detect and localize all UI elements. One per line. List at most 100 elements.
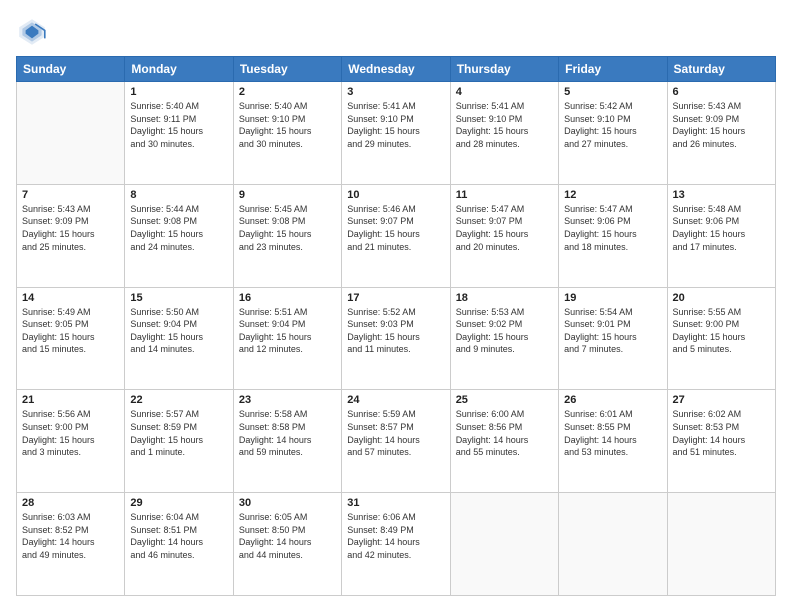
day-info: Sunrise: 5:47 AM Sunset: 9:06 PM Dayligh…: [564, 203, 661, 253]
day-info: Sunrise: 6:01 AM Sunset: 8:55 PM Dayligh…: [564, 408, 661, 458]
calendar-cell: [667, 493, 775, 596]
calendar-week-1: 1 Sunrise: 5:40 AM Sunset: 9:11 PM Daylig…: [17, 82, 776, 185]
day-number: 20: [673, 292, 770, 304]
calendar-cell: 15 Sunrise: 5:50 AM Sunset: 9:04 PM Dayli…: [125, 287, 233, 390]
day-number: 28: [22, 497, 119, 509]
day-number: 17: [347, 292, 444, 304]
day-number: 14: [22, 292, 119, 304]
day-info: Sunrise: 5:44 AM Sunset: 9:08 PM Dayligh…: [130, 203, 227, 253]
day-info: Sunrise: 5:45 AM Sunset: 9:08 PM Dayligh…: [239, 203, 336, 253]
calendar-cell: 9 Sunrise: 5:45 AM Sunset: 9:08 PM Daylig…: [233, 184, 341, 287]
day-info: Sunrise: 5:59 AM Sunset: 8:57 PM Dayligh…: [347, 408, 444, 458]
day-info: Sunrise: 5:57 AM Sunset: 8:59 PM Dayligh…: [130, 408, 227, 458]
day-info: Sunrise: 5:43 AM Sunset: 9:09 PM Dayligh…: [673, 100, 770, 150]
day-info: Sunrise: 5:43 AM Sunset: 9:09 PM Dayligh…: [22, 203, 119, 253]
day-number: 11: [456, 189, 553, 201]
column-header-tuesday: Tuesday: [233, 57, 341, 82]
day-info: Sunrise: 5:55 AM Sunset: 9:00 PM Dayligh…: [673, 306, 770, 356]
day-info: Sunrise: 6:03 AM Sunset: 8:52 PM Dayligh…: [22, 511, 119, 561]
day-number: 5: [564, 86, 661, 98]
calendar-cell: 31Sunrise: 6:06 AM Sunset: 8:49 PM Dayli…: [342, 493, 450, 596]
calendar-week-3: 14Sunrise: 5:49 AM Sunset: 9:05 PM Dayli…: [17, 287, 776, 390]
day-info: Sunrise: 6:02 AM Sunset: 8:53 PM Dayligh…: [673, 408, 770, 458]
day-number: 29: [130, 497, 227, 509]
calendar-cell: 26 Sunrise: 6:01 AM Sunset: 8:55 PM Dayli…: [559, 390, 667, 493]
calendar-cell: 5 Sunrise: 5:42 AM Sunset: 9:10 PM Daylig…: [559, 82, 667, 185]
day-number: 22: [130, 394, 227, 406]
calendar-week-5: 28 Sunrise: 6:03 AM Sunset: 8:52 PM Dayli…: [17, 493, 776, 596]
logo-icon: [16, 16, 48, 48]
calendar-cell: 21 Sunrise: 5:56 AM Sunset: 9:00 PM Dayli…: [17, 390, 125, 493]
day-number: 24: [347, 394, 444, 406]
day-number: 26: [564, 394, 661, 406]
day-info: Sunrise: 5:51 AM Sunset: 9:04 PM Dayligh…: [239, 306, 336, 356]
calendar-cell: 11Sunrise: 5:47 AM Sunset: 9:07 PM Dayli…: [450, 184, 558, 287]
day-number: 18: [456, 292, 553, 304]
day-info: Sunrise: 5:50 AM Sunset: 9:04 PM Dayligh…: [130, 306, 227, 356]
calendar-cell: 6Sunrise: 5:43 AM Sunset: 9:09 PM Daylig…: [667, 82, 775, 185]
calendar-cell: 8 Sunrise: 5:44 AM Sunset: 9:08 PM Daylig…: [125, 184, 233, 287]
day-info: Sunrise: 6:00 AM Sunset: 8:56 PM Dayligh…: [456, 408, 553, 458]
calendar-cell: 1 Sunrise: 5:40 AM Sunset: 9:11 PM Daylig…: [125, 82, 233, 185]
day-info: Sunrise: 5:53 AM Sunset: 9:02 PM Dayligh…: [456, 306, 553, 356]
day-info: Sunrise: 5:56 AM Sunset: 9:00 PM Dayligh…: [22, 408, 119, 458]
calendar-cell: 16 Sunrise: 5:51 AM Sunset: 9:04 PM Dayli…: [233, 287, 341, 390]
calendar-cell: 4Sunrise: 5:41 AM Sunset: 9:10 PM Daylig…: [450, 82, 558, 185]
calendar-cell: 25 Sunrise: 6:00 AM Sunset: 8:56 PM Dayli…: [450, 390, 558, 493]
day-info: Sunrise: 5:48 AM Sunset: 9:06 PM Dayligh…: [673, 203, 770, 253]
day-number: 9: [239, 189, 336, 201]
day-number: 21: [22, 394, 119, 406]
calendar-cell: 22 Sunrise: 5:57 AM Sunset: 8:59 PM Dayli…: [125, 390, 233, 493]
calendar-header-row: SundayMondayTuesdayWednesdayThursdayFrid…: [17, 57, 776, 82]
logo: [16, 16, 52, 48]
day-info: Sunrise: 5:40 AM Sunset: 9:11 PM Dayligh…: [130, 100, 227, 150]
day-number: 10: [347, 189, 444, 201]
calendar-cell: 28 Sunrise: 6:03 AM Sunset: 8:52 PM Dayli…: [17, 493, 125, 596]
day-number: 30: [239, 497, 336, 509]
calendar-cell: [559, 493, 667, 596]
calendar-week-4: 21 Sunrise: 5:56 AM Sunset: 9:00 PM Dayli…: [17, 390, 776, 493]
day-info: Sunrise: 5:52 AM Sunset: 9:03 PM Dayligh…: [347, 306, 444, 356]
calendar-cell: 3 Sunrise: 5:41 AM Sunset: 9:10 PM Daylig…: [342, 82, 450, 185]
column-header-monday: Monday: [125, 57, 233, 82]
day-info: Sunrise: 5:41 AM Sunset: 9:10 PM Dayligh…: [456, 100, 553, 150]
day-number: 25: [456, 394, 553, 406]
day-number: 8: [130, 189, 227, 201]
day-number: 2: [239, 86, 336, 98]
day-number: 16: [239, 292, 336, 304]
day-number: 15: [130, 292, 227, 304]
calendar-cell: [17, 82, 125, 185]
day-number: 31: [347, 497, 444, 509]
column-header-saturday: Saturday: [667, 57, 775, 82]
day-info: Sunrise: 5:46 AM Sunset: 9:07 PM Dayligh…: [347, 203, 444, 253]
day-number: 7: [22, 189, 119, 201]
day-info: Sunrise: 5:54 AM Sunset: 9:01 PM Dayligh…: [564, 306, 661, 356]
calendar-cell: [450, 493, 558, 596]
calendar-cell: 13 Sunrise: 5:48 AM Sunset: 9:06 PM Dayli…: [667, 184, 775, 287]
calendar-cell: 2 Sunrise: 5:40 AM Sunset: 9:10 PM Daylig…: [233, 82, 341, 185]
day-info: Sunrise: 5:40 AM Sunset: 9:10 PM Dayligh…: [239, 100, 336, 150]
day-number: 13: [673, 189, 770, 201]
calendar-cell: 12 Sunrise: 5:47 AM Sunset: 9:06 PM Dayli…: [559, 184, 667, 287]
calendar-cell: 29 Sunrise: 6:04 AM Sunset: 8:51 PM Dayli…: [125, 493, 233, 596]
calendar-table: SundayMondayTuesdayWednesdayThursdayFrid…: [16, 56, 776, 596]
header: [16, 16, 776, 48]
day-number: 23: [239, 394, 336, 406]
calendar-cell: 10 Sunrise: 5:46 AM Sunset: 9:07 PM Dayli…: [342, 184, 450, 287]
day-info: Sunrise: 6:05 AM Sunset: 8:50 PM Dayligh…: [239, 511, 336, 561]
calendar-cell: 23Sunrise: 5:58 AM Sunset: 8:58 PM Dayli…: [233, 390, 341, 493]
calendar-cell: 7 Sunrise: 5:43 AM Sunset: 9:09 PM Daylig…: [17, 184, 125, 287]
day-info: Sunrise: 6:04 AM Sunset: 8:51 PM Dayligh…: [130, 511, 227, 561]
calendar-cell: 30 Sunrise: 6:05 AM Sunset: 8:50 PM Dayli…: [233, 493, 341, 596]
calendar-cell: 27 Sunrise: 6:02 AM Sunset: 8:53 PM Dayli…: [667, 390, 775, 493]
day-number: 3: [347, 86, 444, 98]
day-number: 19: [564, 292, 661, 304]
calendar-cell: 19 Sunrise: 5:54 AM Sunset: 9:01 PM Dayli…: [559, 287, 667, 390]
day-info: Sunrise: 5:42 AM Sunset: 9:10 PM Dayligh…: [564, 100, 661, 150]
calendar-cell: 14Sunrise: 5:49 AM Sunset: 9:05 PM Dayli…: [17, 287, 125, 390]
day-number: 12: [564, 189, 661, 201]
day-info: Sunrise: 5:41 AM Sunset: 9:10 PM Dayligh…: [347, 100, 444, 150]
day-number: 1: [130, 86, 227, 98]
day-number: 27: [673, 394, 770, 406]
page: SundayMondayTuesdayWednesdayThursdayFrid…: [0, 0, 792, 612]
